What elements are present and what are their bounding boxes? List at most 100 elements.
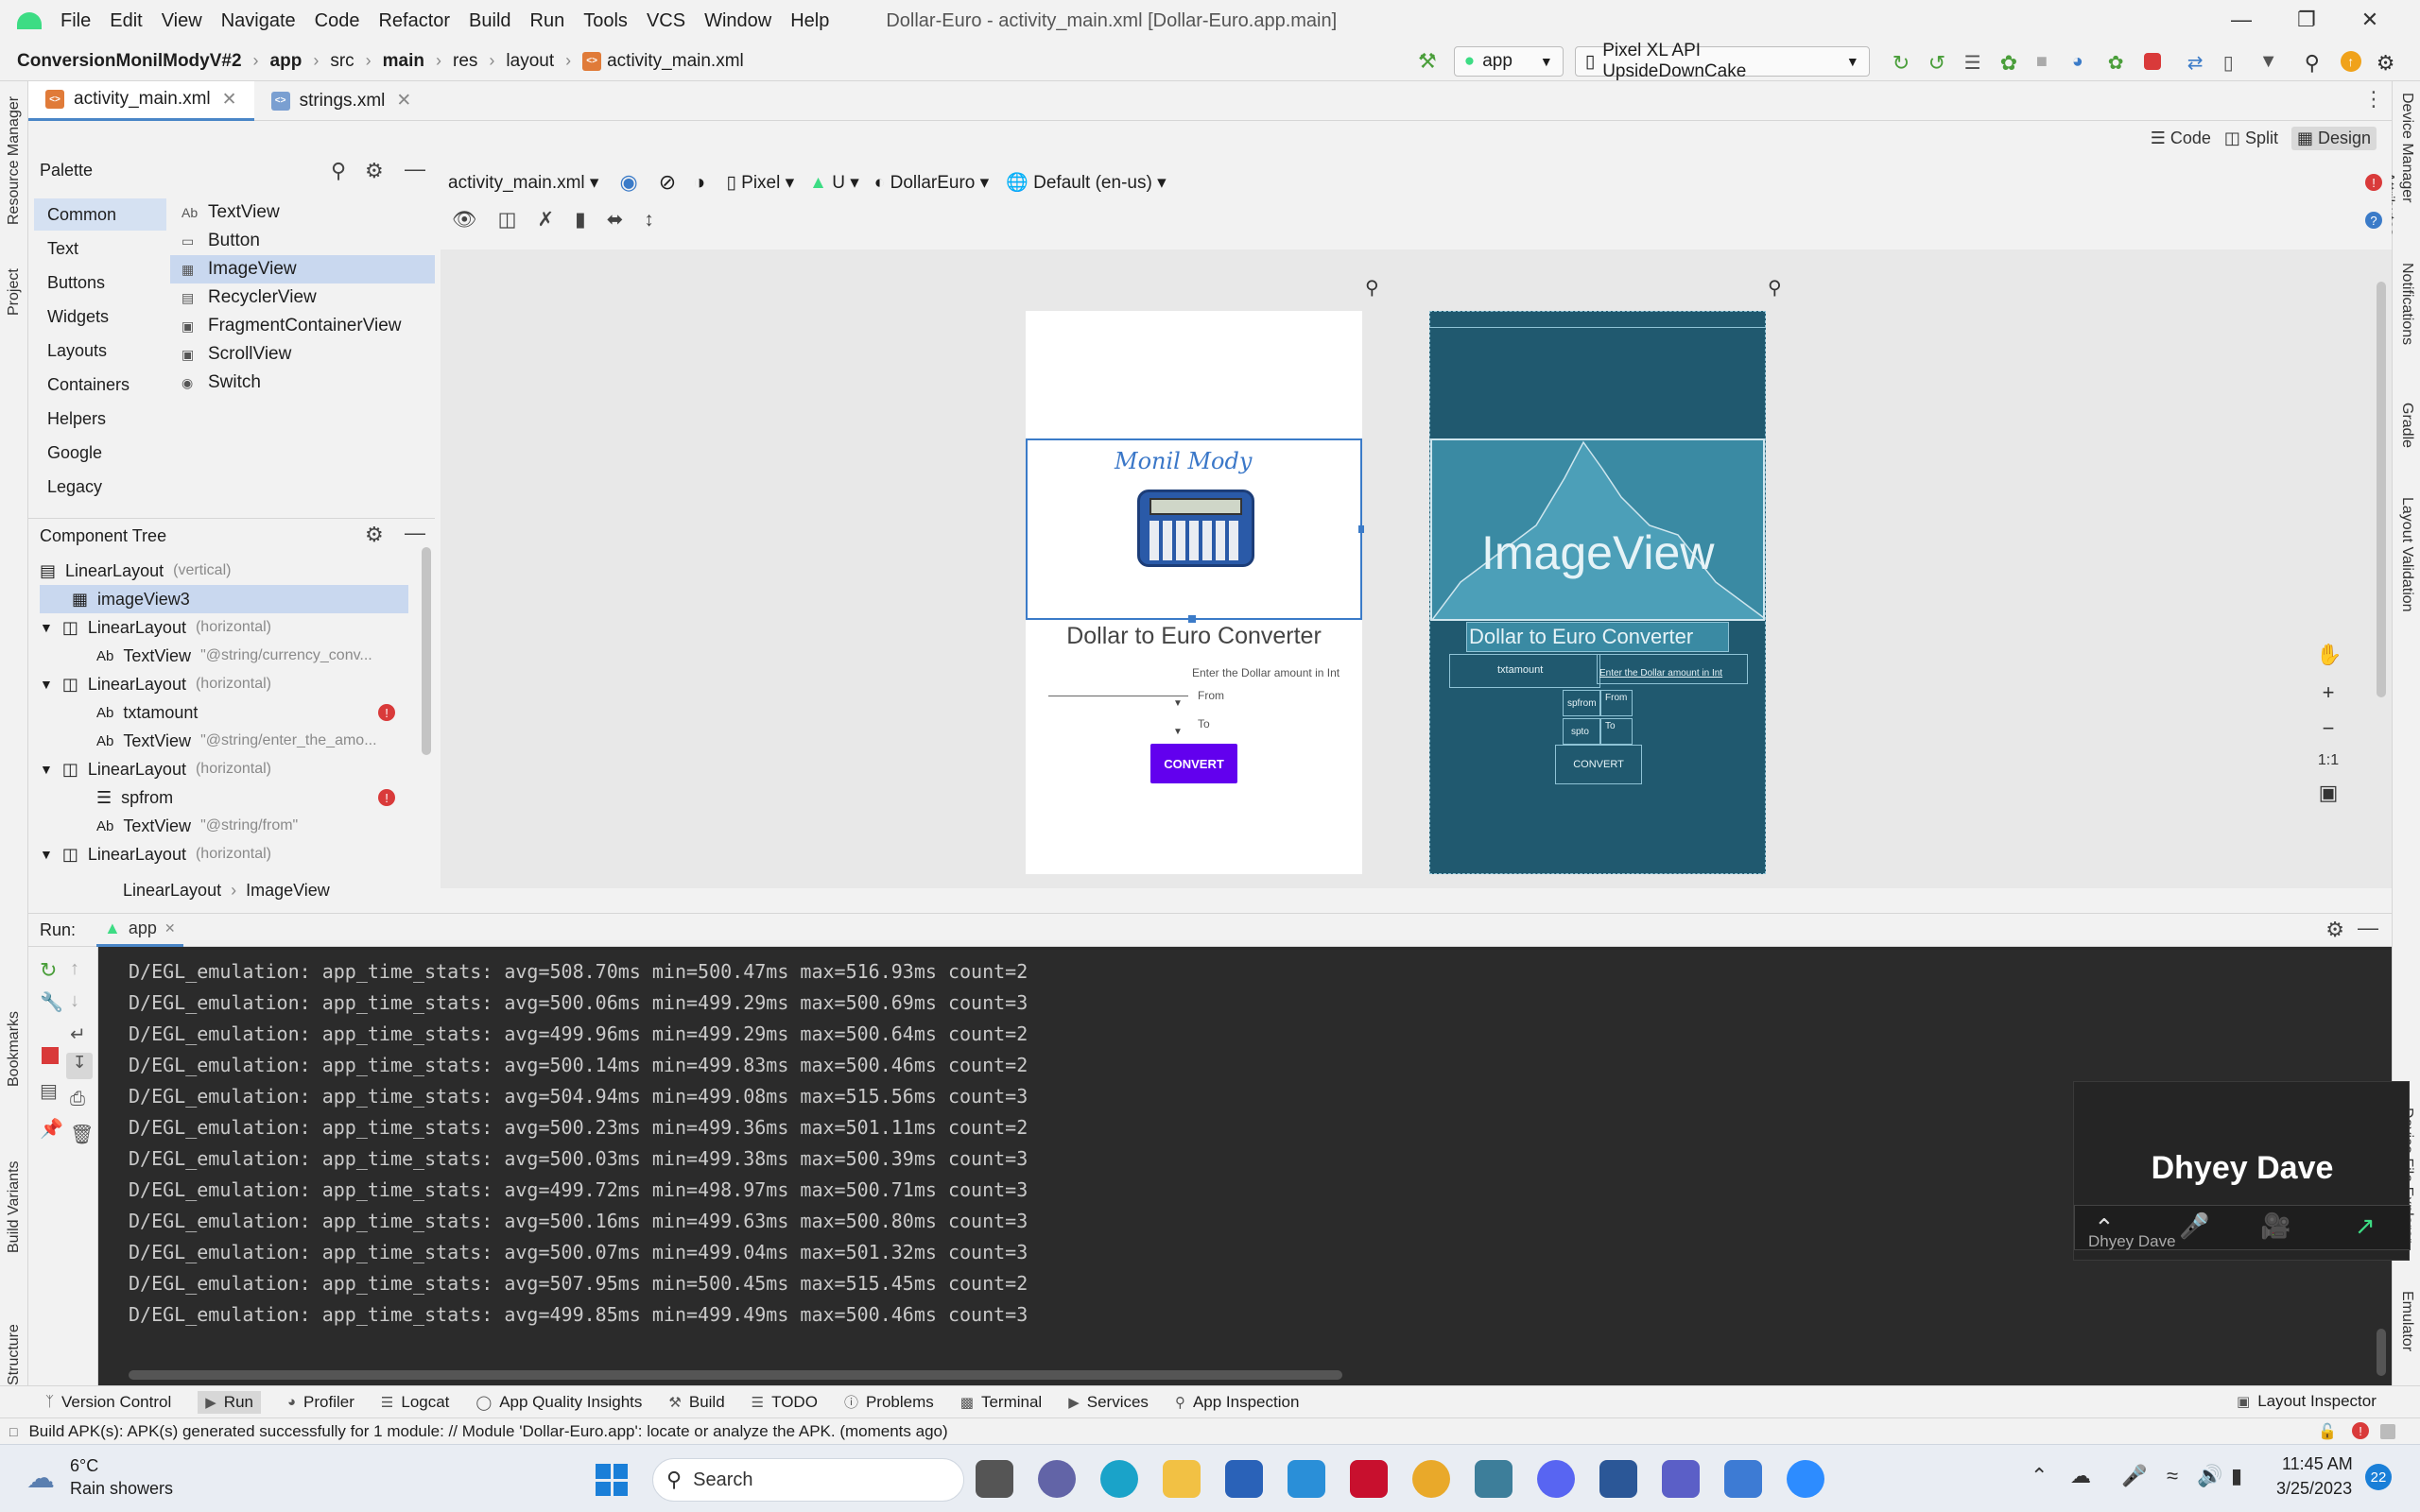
blueprint-imageview[interactable]: ImageView <box>1430 438 1765 621</box>
rerun-icon[interactable]: ↻ <box>1893 51 1913 75</box>
layers-icon[interactable]: ◉ <box>619 170 637 195</box>
search-icon[interactable]: ⚲ <box>331 159 346 183</box>
memory-indicator[interactable] <box>2380 1424 2395 1439</box>
layout-validation-tab[interactable]: Layout Validation <box>2398 497 2415 612</box>
zoom-actual-size[interactable]: 1:1 <box>2316 752 2341 769</box>
menu-build[interactable]: Build <box>469 10 510 32</box>
tool-terminal[interactable]: ▩ Terminal <box>960 1393 1042 1412</box>
pan-hand-icon[interactable]: ✋ <box>2316 643 2342 667</box>
menu-window[interactable]: Window <box>704 10 771 32</box>
tool-run[interactable]: ▶ Run <box>198 1390 261 1414</box>
palette-category-google[interactable]: Google <box>34 437 166 469</box>
scroll-down-icon[interactable]: ↓ <box>70 990 79 1012</box>
battery-icon[interactable]: ▮ <box>2231 1464 2242 1488</box>
horizontal-pack-icon[interactable]: ⬌ <box>607 208 624 232</box>
hammer-build-icon[interactable]: ⚒ <box>1418 49 1437 74</box>
locale-select[interactable]: 🌐 Default (en-us) ▾ <box>1006 171 1166 194</box>
project-tab[interactable]: Project <box>6 268 23 316</box>
tree-row[interactable]: Ab TextView "@string/enter_the_amo... <box>40 727 408 755</box>
minimize-panel-icon[interactable]: — <box>405 157 425 181</box>
design-breadcrumb-item[interactable]: LinearLayout <box>123 881 221 901</box>
theme-select[interactable]: ◐ DollarEuro ▾ <box>874 172 989 194</box>
tree-row-selected[interactable]: ▦ imageView3 <box>40 585 408 613</box>
tab-strings[interactable]: <> strings.xml ✕ <box>254 81 429 121</box>
orientation-icon[interactable]: ⊘ <box>659 170 676 195</box>
zoom-in-icon[interactable]: + <box>2316 680 2341 705</box>
minimize-panel-icon[interactable]: — <box>2358 916 2378 940</box>
settings-gear-icon[interactable]: ⚙ <box>2325 918 2344 942</box>
wifi-icon[interactable]: ≈ <box>2167 1464 2178 1488</box>
rain-cloud-icon[interactable]: ☁ <box>26 1462 55 1495</box>
palette-category-buttons[interactable]: Buttons <box>34 266 166 299</box>
device-select[interactable]: ▯ Pixel ▾ <box>726 172 794 194</box>
zoom-to-fit-icon[interactable]: ▣ <box>2316 781 2341 805</box>
error-icon[interactable]: ! <box>2352 1422 2369 1439</box>
log-vertical-scrollbar[interactable] <box>2377 1329 2386 1376</box>
scroll-up-icon[interactable]: ↑ <box>70 958 79 980</box>
chevron-down-icon[interactable]: ▼ <box>40 847 53 862</box>
tree-row[interactable]: Ab TextView "@string/from" <box>40 812 408 840</box>
build-variants-tab[interactable]: Build Variants <box>6 1160 23 1253</box>
error-icon[interactable]: ! <box>378 704 395 721</box>
clock-time[interactable]: 11:45 AM <box>2282 1454 2353 1474</box>
pin-icon[interactable]: ⚲ <box>1768 276 1782 300</box>
teams-icon[interactable] <box>1662 1460 1700 1498</box>
chrome-icon[interactable] <box>1412 1460 1450 1498</box>
spinner-arrow-icon[interactable]: ▼ <box>1173 698 1183 709</box>
breadcrumb-res[interactable]: res <box>453 51 477 72</box>
breadcrumb-main[interactable]: main <box>383 51 424 72</box>
stop-icon[interactable] <box>42 1047 59 1064</box>
windows-start-icon[interactable] <box>596 1464 628 1496</box>
resource-manager-tab[interactable]: Resource Manager <box>6 96 23 225</box>
discord-icon[interactable] <box>1537 1460 1575 1498</box>
update-icon[interactable]: ↑ <box>2340 51 2361 72</box>
breadcrumb-app[interactable]: app <box>270 51 302 72</box>
profiler-icon[interactable]: ◕ <box>2072 51 2093 72</box>
chevron-down-icon[interactable]: ▼ <box>40 620 53 635</box>
tree-row[interactable]: Ab txtamount <box>40 698 408 727</box>
menu-navigate[interactable]: Navigate <box>221 10 296 32</box>
camera-off-icon[interactable]: 🎥 <box>2260 1211 2290 1241</box>
weather-temp[interactable]: 6°C <box>70 1456 98 1476</box>
log-horizontal-scrollbar[interactable] <box>129 1370 1342 1380</box>
eye-icon[interactable]: 👁 <box>452 209 477 232</box>
tree-row[interactable]: ▼ ◫ LinearLayout (horizontal) <box>40 613 408 642</box>
notifications-tab[interactable]: Notifications <box>2398 263 2415 345</box>
amount-input[interactable] <box>1048 678 1188 696</box>
microphone-icon[interactable]: 🎤 <box>2121 1464 2147 1488</box>
palette-category-legacy[interactable]: Legacy <box>34 471 166 503</box>
emulator-tab[interactable]: Emulator <box>2398 1291 2415 1351</box>
pin-icon[interactable]: 📌 <box>40 1117 63 1141</box>
menu-view[interactable]: View <box>162 10 202 32</box>
design-canvas[interactable]: activity_main.xml ▾ ◉ ⊘ ◑ ▯ Pixel ▾ ▲ U … <box>441 159 2392 888</box>
error-icon[interactable]: ! <box>2365 174 2382 191</box>
search-icon[interactable]: ⚲ <box>2305 51 2325 75</box>
tool-todo[interactable]: ☰ TODO <box>752 1393 818 1412</box>
error-icon[interactable]: ! <box>378 789 395 806</box>
minimize-panel-icon[interactable]: — <box>405 521 425 545</box>
android-studio-icon[interactable] <box>1475 1460 1512 1498</box>
weather-desc[interactable]: Rain showers <box>70 1479 173 1499</box>
night-mode-icon[interactable]: ◑ <box>693 170 705 195</box>
tool-layout-inspector[interactable]: ▣ Layout Inspector <box>2237 1392 2377 1411</box>
structure-tab[interactable]: Structure <box>6 1324 23 1385</box>
tool-problems[interactable]: ⓘ Problems <box>844 1392 934 1412</box>
menu-refactor[interactable]: Refactor <box>378 10 450 32</box>
bookmarks-tab[interactable]: Bookmarks <box>6 1011 23 1087</box>
notification-badge[interactable]: 22 <box>2365 1464 2392 1490</box>
apply-changes-icon[interactable]: ↺ <box>1928 51 1949 75</box>
wrench-icon[interactable]: 🔧 <box>40 990 63 1014</box>
code-view-button[interactable]: ☰ Code <box>2151 129 2211 148</box>
close-window-icon[interactable]: ✕ <box>2361 8 2378 32</box>
layout-icon[interactable]: ▤ <box>40 1079 58 1103</box>
settings-gear-icon[interactable]: ⚙ <box>2377 51 2397 75</box>
sync-gradle-icon[interactable]: ⇄ <box>2187 51 2208 74</box>
palette-category-layouts[interactable]: Layouts <box>34 335 166 367</box>
palette-item-scrollview[interactable]: ▣ ScrollView <box>170 340 435 369</box>
restore-icon[interactable]: ❐ <box>2297 8 2316 32</box>
trash-icon[interactable]: 🗑 <box>70 1123 94 1146</box>
tool-build[interactable]: ⚒ Build <box>668 1393 724 1412</box>
gradle-tab[interactable]: Gradle <box>2398 403 2415 448</box>
meeting-video-tile[interactable]: Dhyey Dave ⌃ 🎤 🎥 ↗ Dhyey Dave <box>2073 1081 2411 1261</box>
close-tab-icon[interactable]: ✕ <box>222 89 237 111</box>
